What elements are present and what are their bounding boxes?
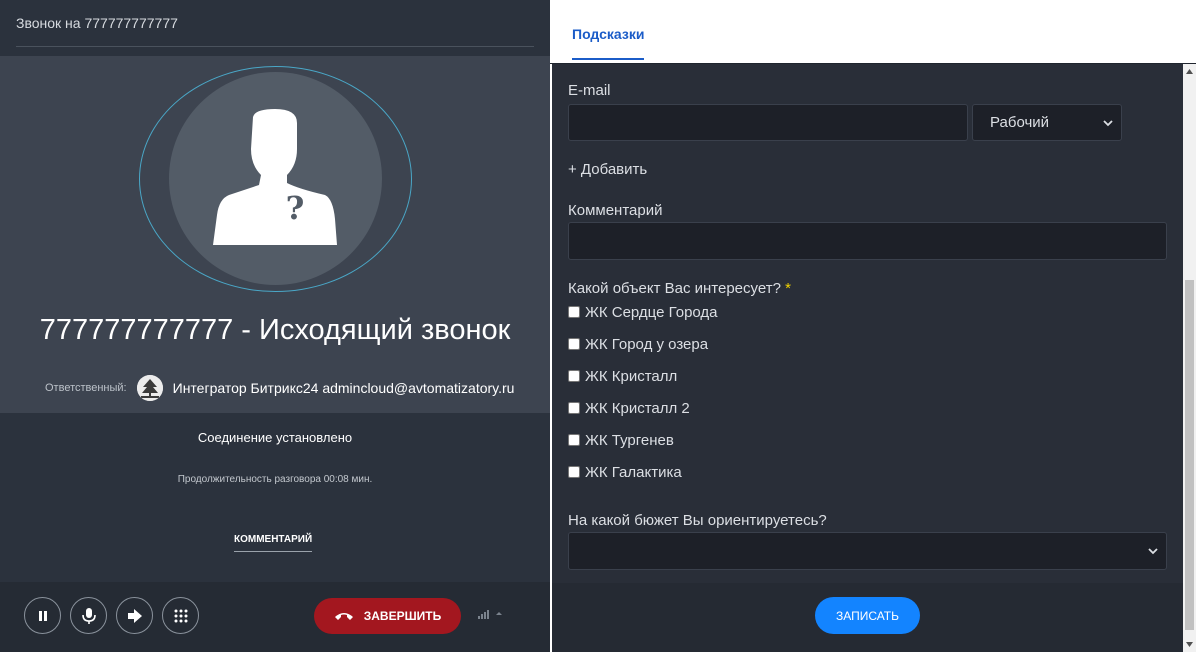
tab-bar: Подсказки — [550, 0, 1196, 64]
form-body: E-mail Рабочий + Добавить Комментарий Ка… — [552, 64, 1183, 583]
object-option[interactable]: ЖК Кристалл 2 — [568, 398, 690, 418]
mute-button[interactable] — [70, 597, 107, 634]
object-option[interactable]: ЖК Город у озера — [568, 334, 708, 354]
microphone-icon — [81, 607, 96, 624]
object-checkbox[interactable] — [568, 306, 580, 318]
pause-icon — [38, 610, 47, 621]
scroll-down-arrow-icon[interactable] — [1186, 642, 1193, 647]
budget-select[interactable] — [568, 532, 1167, 570]
object-option[interactable]: ЖК Кристалл — [568, 366, 677, 386]
transfer-button[interactable] — [116, 597, 153, 634]
object-option-label: ЖК Сердце Города — [585, 303, 718, 321]
object-question: Какой объект Вас интересует? * — [568, 280, 791, 297]
object-checkbox[interactable] — [568, 434, 580, 446]
pause-button[interactable] — [24, 597, 61, 634]
responsible-avatar[interactable] — [136, 375, 163, 401]
call-header: Звонок на 777777777777 — [0, 0, 550, 56]
responsible-row: Ответственный: Интегратор Битрикс24 admi… — [45, 374, 514, 402]
email-type-select[interactable]: Рабочий — [972, 104, 1122, 141]
object-checkbox[interactable] — [568, 402, 580, 414]
call-duration: Продолжительность разговора 00:08 мин. — [177, 474, 373, 485]
required-mark: * — [785, 280, 791, 297]
tab-hints[interactable]: Подсказки — [572, 26, 645, 60]
object-option-label: ЖК Город у озера — [585, 335, 709, 353]
responsible-name[interactable]: Интегратор Битрикс24 admincloud@avtomati… — [173, 380, 515, 396]
scroll-thumb[interactable] — [1185, 280, 1194, 630]
scroll-up-arrow-icon[interactable] — [1186, 69, 1193, 74]
comment-link[interactable]: КОММЕНТАРИЙ — [234, 534, 313, 552]
object-option[interactable]: ЖК Сердце Города — [568, 302, 718, 322]
email-type-value: Рабочий — [990, 114, 1050, 131]
form-footer: ЗАПИСАТЬ — [552, 583, 1183, 652]
transfer-icon — [127, 608, 142, 623]
keypad-button[interactable] — [162, 597, 199, 634]
object-checkbox[interactable] — [568, 338, 580, 350]
form-panel: Подсказки E-mail Рабочий + Добавить Комм… — [550, 0, 1196, 652]
object-checkbox[interactable] — [568, 466, 580, 478]
budget-question: На какой бюжет Вы ориентируетесь? — [568, 512, 827, 529]
object-option-label: ЖК Кристалл 2 — [585, 399, 690, 417]
object-option-label: ЖК Галактика — [585, 463, 682, 481]
status-zone: Соединение установлено Продолжительность… — [0, 413, 550, 582]
object-option[interactable]: ЖК Галактика — [568, 462, 682, 482]
email-field[interactable] — [568, 104, 968, 141]
chevron-down-icon — [1103, 119, 1113, 126]
object-option[interactable]: ЖК Тургенев — [568, 430, 674, 450]
caller-zone: ? 777777777777 - Исходящий звонок Ответс… — [0, 56, 550, 413]
scrollbar[interactable] — [1183, 64, 1196, 652]
tree-logo-icon — [136, 375, 163, 401]
hangup-button[interactable]: ЗАВЕРШИТЬ — [314, 598, 461, 634]
hangup-label: ЗАВЕРШИТЬ — [363, 609, 442, 623]
comment-label: Комментарий — [568, 202, 663, 219]
phone-hangup-icon — [334, 613, 353, 620]
object-option-label: ЖК Кристалл — [585, 367, 678, 385]
object-checkbox[interactable] — [568, 370, 580, 382]
call-panel: Звонок на 777777777777 ? 777777777777 - … — [0, 0, 550, 652]
signal-strength-icon[interactable] — [478, 609, 504, 619]
responsible-label: Ответственный: — [45, 382, 127, 394]
submit-button[interactable]: ЗАПИСАТЬ — [815, 597, 920, 634]
call-title: Звонок на 777777777777 — [16, 15, 178, 31]
svg-text:?: ? — [286, 189, 305, 227]
header-divider — [16, 46, 534, 47]
connection-status: Соединение установлено — [197, 430, 353, 445]
comment-field[interactable] — [568, 222, 1167, 260]
caller-heading: 777777777777 - Исходящий звонок — [39, 314, 511, 346]
call-controls: ЗАВЕРШИТЬ — [0, 582, 550, 652]
unknown-person-icon: ? — [213, 109, 337, 245]
object-option-label: ЖК Тургенев — [585, 431, 674, 449]
email-label: E-mail — [568, 82, 611, 99]
keypad-icon — [174, 609, 187, 622]
object-question-text: Какой объект Вас интересует? — [568, 280, 781, 297]
add-email-link[interactable]: + Добавить — [568, 161, 647, 178]
chevron-down-icon — [1148, 548, 1158, 555]
